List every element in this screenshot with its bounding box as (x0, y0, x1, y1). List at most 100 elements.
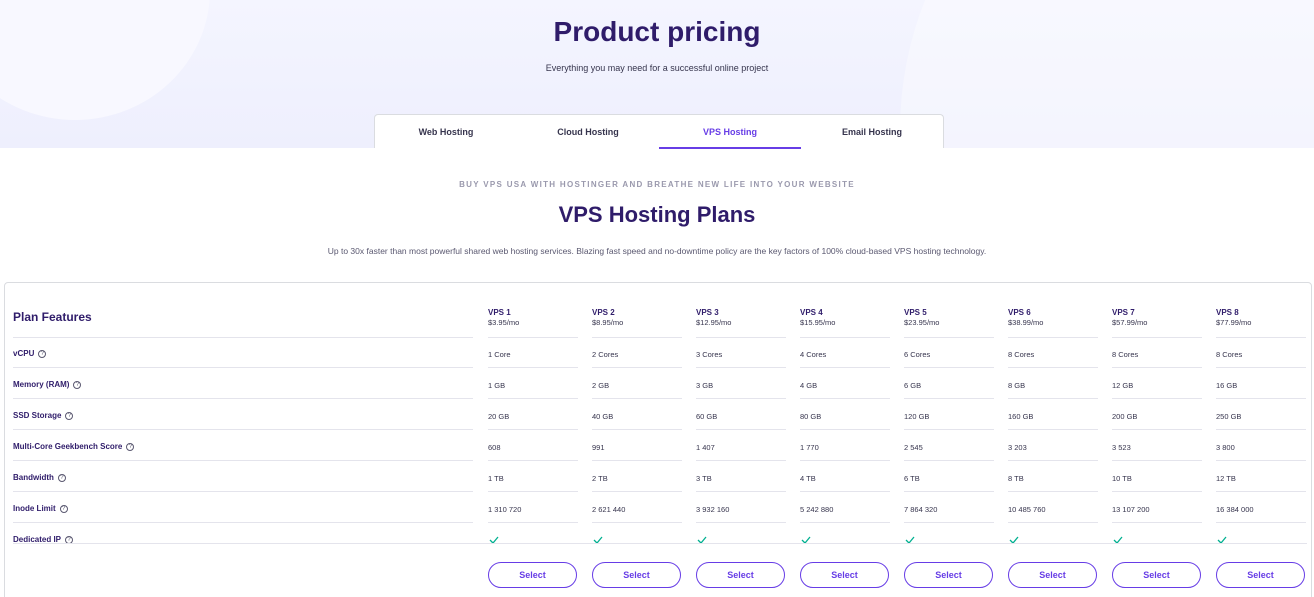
plan-feature-value: 10 485 760 (1008, 505, 1046, 514)
feature-label-text: Multi-Core Geekbench Score (13, 442, 123, 451)
row-divider (904, 460, 994, 461)
plan-feature-value: 6 TB (904, 474, 920, 483)
plan-name: VPS 5 (904, 308, 927, 317)
row-divider (1112, 367, 1202, 368)
plan-name: VPS 6 (1008, 308, 1031, 317)
plan-feature-value: 4 GB (800, 381, 818, 390)
plan-feature-value: 1 GB (488, 381, 506, 390)
plan-feature-value: 16 GB (1216, 381, 1238, 390)
help-icon[interactable]: ? (65, 411, 74, 420)
plan-price: $57.99/mo (1112, 318, 1148, 327)
help-icon[interactable]: ? (38, 349, 47, 358)
row-divider (488, 398, 578, 399)
section-subtitle: Up to 30x faster than most powerful shar… (327, 246, 987, 256)
row-divider (1216, 398, 1306, 399)
tab-web-hosting[interactable]: Web Hosting (375, 115, 517, 148)
plan-feature-value: 991 (592, 443, 605, 452)
plan-feature-value: 3 GB (696, 381, 714, 390)
row-divider (488, 460, 578, 461)
plan-features-heading: Plan Features (13, 310, 92, 324)
plan-price: $8.95/mo (592, 318, 624, 327)
select-plan-button[interactable]: Select (1008, 562, 1097, 588)
plan-header: VPS 2 $8.95/mo (592, 308, 623, 328)
row-divider (592, 398, 682, 399)
row-divider (1216, 460, 1306, 461)
plan-feature-value: 7 864 320 (904, 505, 938, 514)
plan-feature-value: 3 Cores (696, 350, 723, 359)
row-divider (13, 337, 473, 338)
plan-feature-value: 10 TB (1112, 474, 1132, 483)
select-plan-button[interactable]: Select (1112, 562, 1201, 588)
plan-feature-value: 4 Cores (800, 350, 827, 359)
row-divider (696, 491, 786, 492)
plan-feature-value: 1 407 (696, 443, 715, 452)
plan-header: VPS 4 $15.95/mo (800, 308, 835, 328)
row-divider (592, 337, 682, 338)
row-divider (13, 491, 473, 492)
row-divider (1216, 337, 1306, 338)
plan-name: VPS 4 (800, 308, 823, 317)
row-divider (592, 522, 682, 523)
help-icon[interactable]: ? (59, 504, 68, 513)
plan-price: $3.95/mo (488, 318, 520, 327)
row-divider (13, 367, 473, 368)
plan-feature-value: 3 TB (696, 474, 712, 483)
row-divider (592, 429, 682, 430)
help-icon[interactable]: ? (126, 442, 135, 451)
plan-header: VPS 7 $57.99/mo (1112, 308, 1147, 328)
feature-label: Memory (RAM)? (13, 380, 82, 389)
plan-price: $15.95/mo (800, 318, 836, 327)
plan-price: $77.99/mo (1216, 318, 1252, 327)
tab-email-hosting[interactable]: Email Hosting (801, 115, 943, 148)
select-plan-button[interactable]: Select (696, 562, 785, 588)
row-divider (592, 367, 682, 368)
plan-header: VPS 1 $3.95/mo (488, 308, 519, 328)
row-divider (696, 337, 786, 338)
plan-feature-value: 6 Cores (904, 350, 931, 359)
plan-header: VPS 8 $77.99/mo (1216, 308, 1251, 328)
row-divider (1216, 491, 1306, 492)
row-divider (1112, 491, 1202, 492)
help-icon[interactable]: ? (73, 380, 82, 389)
page-title: Product pricing (553, 16, 761, 47)
plan-feature-value: 6 GB (904, 381, 922, 390)
select-plan-button[interactable]: Select (488, 562, 577, 588)
plan-feature-value: 16 384 000 (1216, 505, 1254, 514)
row-divider (1112, 398, 1202, 399)
tab-cloud-hosting[interactable]: Cloud Hosting (517, 115, 659, 148)
plan-feature-value: 3 523 (1112, 443, 1131, 452)
row-divider (696, 367, 786, 368)
plan-feature-value: 8 Cores (1008, 350, 1035, 359)
row-divider (904, 367, 994, 368)
plan-feature-value: 80 GB (800, 412, 822, 421)
row-divider (1008, 367, 1098, 368)
plan-feature-value: 3 800 (1216, 443, 1235, 452)
section-eyebrow: BUY VPS USA WITH HOSTINGER AND BREATHE N… (459, 180, 855, 189)
feature-label-text: SSD Storage (13, 411, 62, 420)
select-plan-button[interactable]: Select (904, 562, 993, 588)
tab-vps-hosting[interactable]: VPS Hosting (659, 115, 801, 149)
plan-feature-value: 1 Core (488, 350, 511, 359)
plan-feature-value: 120 GB (904, 412, 930, 421)
plan-feature-value: 608 (488, 443, 501, 452)
row-divider (13, 543, 1307, 544)
row-divider (696, 460, 786, 461)
product-tabs: Web Hosting Cloud Hosting VPS Hosting Em… (374, 114, 944, 149)
plan-price: $12.95/mo (696, 318, 732, 327)
plan-feature-value: 250 GB (1216, 412, 1242, 421)
select-plan-button[interactable]: Select (592, 562, 681, 588)
plan-feature-value: 3 203 (1008, 443, 1027, 452)
plan-feature-value: 8 Cores (1112, 350, 1139, 359)
row-divider (696, 429, 786, 430)
select-plan-button[interactable]: Select (1216, 562, 1305, 588)
row-divider (1216, 367, 1306, 368)
plan-feature-value: 4 TB (800, 474, 816, 483)
row-divider (904, 398, 994, 399)
select-plan-button[interactable]: Select (800, 562, 889, 588)
pricing-table: Plan Features VPS 1 $3.95/mo VPS 2 $8.95/mo… (4, 282, 1312, 597)
help-icon[interactable]: ? (57, 473, 66, 482)
plan-feature-value: 200 GB (1112, 412, 1138, 421)
row-divider (1112, 522, 1202, 523)
feature-label: Inode Limit? (13, 504, 68, 513)
row-divider (592, 460, 682, 461)
